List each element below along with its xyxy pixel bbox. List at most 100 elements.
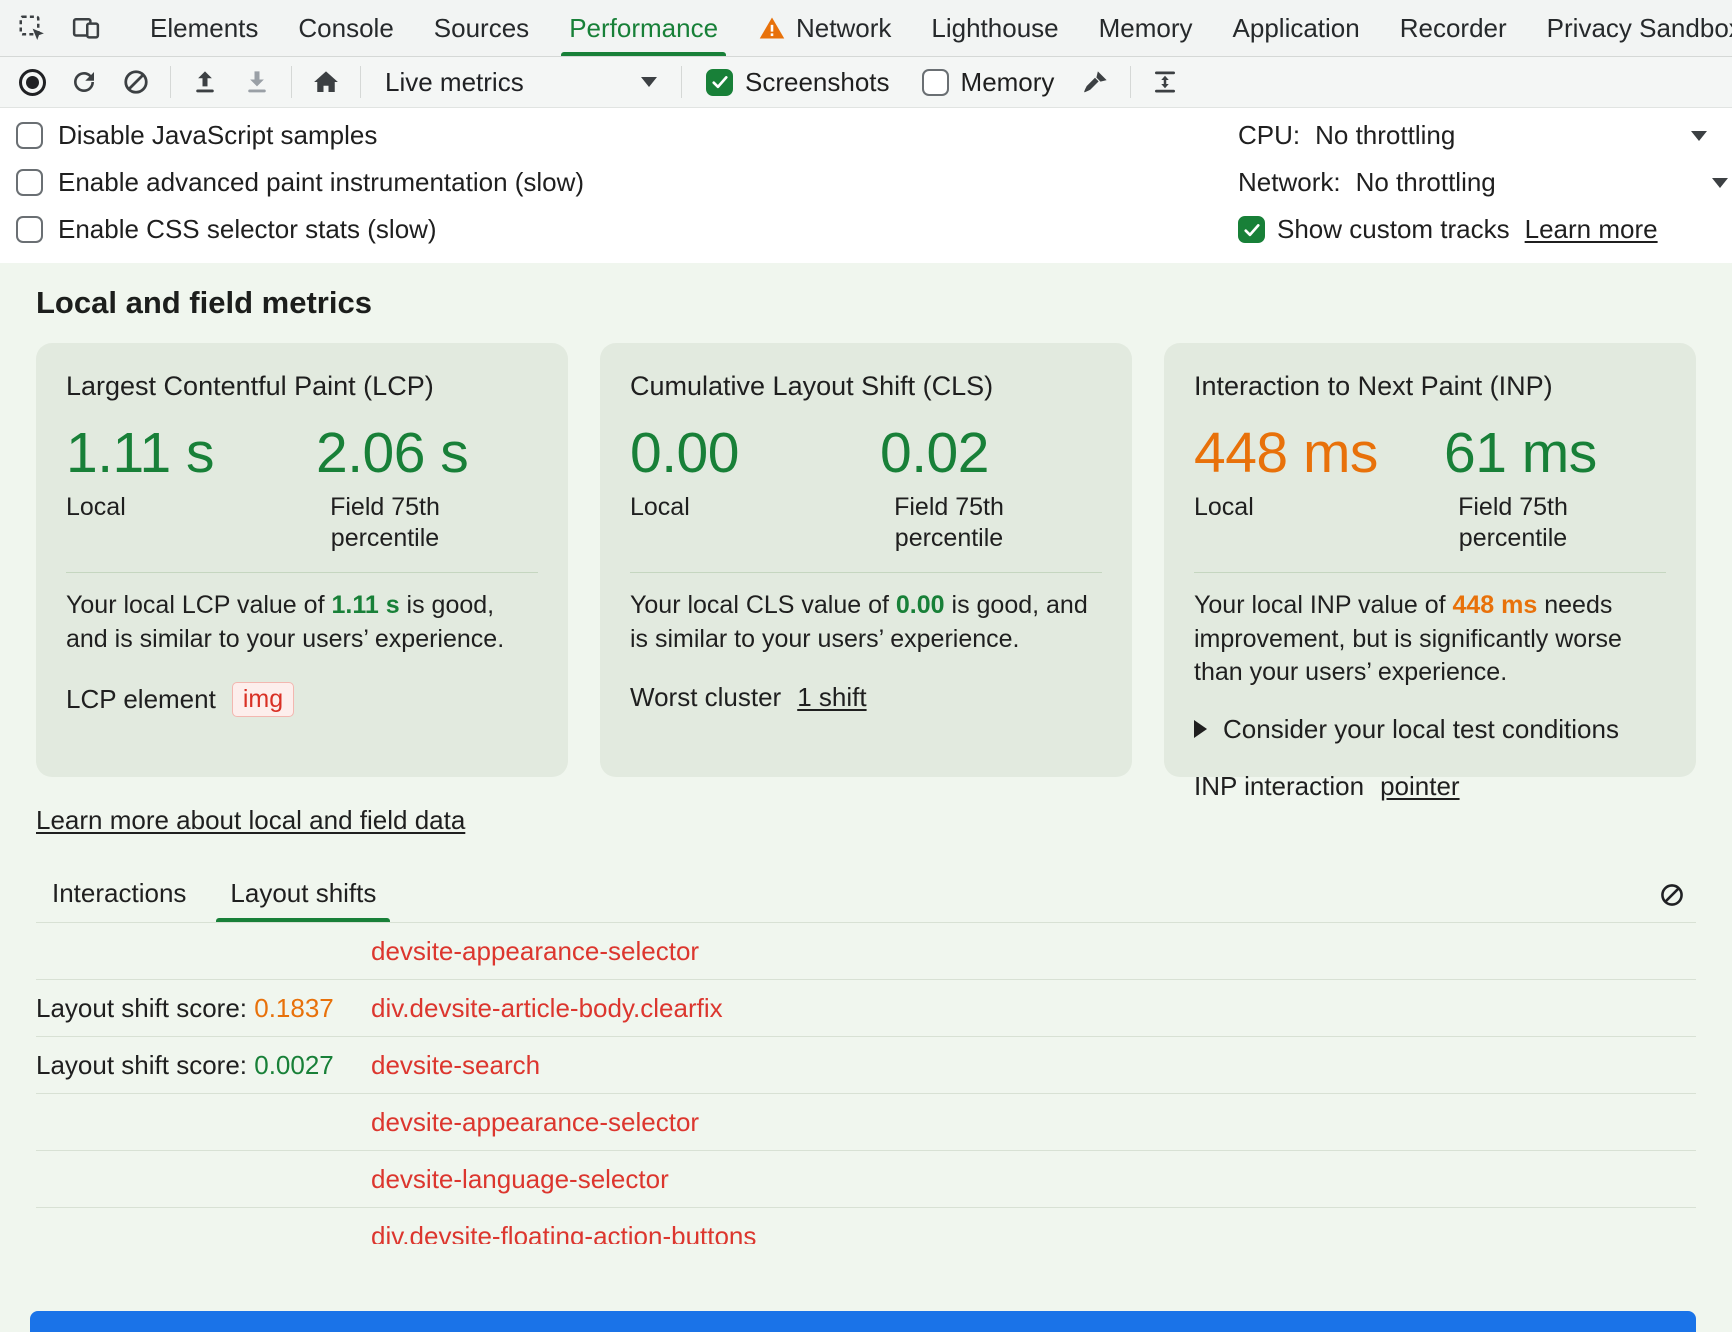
lcp-local-value: 1.11 s bbox=[66, 424, 316, 484]
tab-performance[interactable]: Performance bbox=[549, 0, 738, 56]
table-row[interactable]: Layout shift score: 0.0027 devsite-searc… bbox=[36, 1037, 1696, 1094]
divider bbox=[66, 572, 538, 573]
live-metrics-selected-value: Live metrics bbox=[385, 67, 524, 98]
table-row[interactable]: devsite-appearance-selector bbox=[36, 923, 1696, 980]
lcp-field-label: Field 75th percentile bbox=[316, 492, 454, 555]
clear-log-icon bbox=[1658, 881, 1686, 909]
checkbox-checked-icon bbox=[1238, 216, 1265, 243]
learn-more-link[interactable]: Learn more bbox=[1525, 214, 1658, 245]
disclosure-label: Consider your local test conditions bbox=[1223, 714, 1619, 745]
throttling-settings: CPU: No throttling Network: No throttlin… bbox=[1238, 112, 1728, 253]
tab-label: Recorder bbox=[1400, 13, 1507, 44]
load-profile-button[interactable] bbox=[181, 61, 229, 103]
worst-cluster-link[interactable]: 1 shift bbox=[797, 682, 866, 713]
tab-label: Performance bbox=[569, 13, 718, 44]
tab-recorder[interactable]: Recorder bbox=[1380, 0, 1527, 56]
desc-value: 1.11 s bbox=[331, 591, 399, 619]
desc-text: Your local INP value of bbox=[1194, 591, 1453, 619]
tab-console[interactable]: Console bbox=[278, 0, 413, 56]
show-custom-tracks-label: Show custom tracks bbox=[1277, 214, 1510, 245]
tab-label: Interactions bbox=[52, 878, 186, 908]
horizontal-scrollbar[interactable] bbox=[30, 1311, 1696, 1332]
cls-card-title: Cumulative Layout Shift (CLS) bbox=[630, 371, 1102, 402]
devtools-tabbar: Elements Console Sources Performance Net… bbox=[0, 0, 1732, 57]
clear-icon bbox=[121, 67, 151, 97]
divider bbox=[630, 572, 1102, 573]
chevron-down-icon bbox=[1712, 178, 1728, 188]
table-row[interactable]: devsite-language-selector bbox=[36, 1151, 1696, 1208]
tab-privacy-sandbox[interactable]: Privacy Sandbox bbox=[1527, 0, 1732, 56]
tab-label: Memory bbox=[1099, 13, 1193, 44]
tab-label: Privacy Sandbox bbox=[1547, 13, 1732, 44]
live-metrics-panel: Local and field metrics Largest Contentf… bbox=[0, 263, 1732, 1332]
tabbar-left-icons bbox=[0, 0, 118, 56]
save-profile-button[interactable] bbox=[233, 61, 281, 103]
inp-local-value: 448 ms bbox=[1194, 424, 1444, 484]
tab-lighthouse[interactable]: Lighthouse bbox=[911, 0, 1078, 56]
reload-and-record-button[interactable] bbox=[60, 61, 108, 103]
cpu-label: CPU: bbox=[1238, 120, 1300, 151]
shift-element-link[interactable]: devsite-appearance-selector bbox=[371, 1107, 1696, 1138]
network-label: Network: bbox=[1238, 167, 1341, 198]
shift-element-link[interactable]: devsite-appearance-selector bbox=[371, 936, 1696, 967]
shift-element-link[interactable]: devsite-language-selector bbox=[371, 1164, 1696, 1195]
inp-values: 448 ms Local 61 ms Field 75th percentile bbox=[1194, 424, 1666, 554]
checkbox-unchecked-icon bbox=[16, 216, 43, 243]
settings-pane-toggle-button[interactable] bbox=[1141, 61, 1189, 103]
cls-footer: Worst cluster 1 shift bbox=[630, 682, 1102, 713]
chevron-down-icon bbox=[1691, 131, 1707, 141]
network-throttling-select[interactable]: No throttling bbox=[1356, 167, 1728, 198]
table-row[interactable]: div.devsite-floating-action-buttons bbox=[36, 1208, 1696, 1244]
home-button[interactable] bbox=[302, 61, 350, 103]
separator bbox=[1130, 66, 1131, 98]
table-row[interactable]: Layout shift score: 0.1837 div.devsite-a… bbox=[36, 980, 1696, 1037]
checkbox-label: Enable advanced paint instrumentation (s… bbox=[58, 167, 584, 198]
clear-log-button[interactable] bbox=[1648, 872, 1696, 918]
tab-memory[interactable]: Memory bbox=[1079, 0, 1213, 56]
shift-score: Layout shift score: 0.1837 bbox=[36, 993, 371, 1024]
inp-interaction-link[interactable]: pointer bbox=[1380, 771, 1460, 802]
learn-more-local-field-link[interactable]: Learn more about local and field data bbox=[36, 805, 465, 836]
shift-element-link[interactable]: div.devsite-floating-action-buttons bbox=[371, 1221, 1696, 1245]
shift-score: Layout shift score: 0.0027 bbox=[36, 1050, 371, 1081]
screenshots-checkbox[interactable]: Screenshots bbox=[692, 67, 904, 98]
memory-checkbox[interactable]: Memory bbox=[908, 67, 1069, 98]
clear-button[interactable] bbox=[112, 61, 160, 103]
cls-field-label: Field 75th percentile bbox=[880, 492, 1018, 555]
panel-tabs: Elements Console Sources Performance Net… bbox=[130, 0, 1732, 56]
checkbox-label: Disable JavaScript samples bbox=[58, 120, 377, 151]
inp-card-title: Interaction to Next Paint (INP) bbox=[1194, 371, 1666, 402]
tab-interactions[interactable]: Interactions bbox=[52, 878, 186, 922]
desc-text: Your local CLS value of bbox=[630, 591, 896, 619]
tab-sources[interactable]: Sources bbox=[414, 0, 549, 56]
collect-garbage-button[interactable] bbox=[1072, 61, 1120, 103]
inp-interaction-label: INP interaction bbox=[1194, 771, 1364, 802]
tab-label: Elements bbox=[150, 13, 258, 44]
shift-element-link[interactable]: devsite-search bbox=[371, 1050, 1696, 1081]
shift-element-link[interactable]: div.devsite-article-body.clearfix bbox=[371, 993, 1696, 1024]
tab-network[interactable]: Network bbox=[738, 0, 911, 56]
show-custom-tracks-checkbox[interactable]: Show custom tracks bbox=[1238, 214, 1510, 245]
tab-label: Layout shifts bbox=[230, 878, 376, 908]
checkbox-unchecked-icon bbox=[16, 169, 43, 196]
capture-settings-pane: Disable JavaScript samples Enable advanc… bbox=[0, 108, 1732, 263]
tab-layout-shifts[interactable]: Layout shifts bbox=[230, 878, 376, 922]
tab-application[interactable]: Application bbox=[1213, 0, 1380, 56]
reload-icon bbox=[69, 67, 99, 97]
table-row[interactable]: devsite-appearance-selector bbox=[36, 1094, 1696, 1151]
lcp-description: Your local LCP value of 1.11 s is good, … bbox=[66, 589, 538, 656]
lcp-element-node-badge[interactable]: img bbox=[232, 682, 294, 717]
warning-icon bbox=[758, 14, 786, 42]
local-test-conditions-disclosure[interactable]: Consider your local test conditions bbox=[1194, 714, 1666, 745]
tab-elements[interactable]: Elements bbox=[130, 0, 278, 56]
record-button[interactable] bbox=[8, 61, 56, 103]
device-toolbar-icon[interactable] bbox=[62, 5, 110, 51]
checkbox-checked-icon bbox=[706, 69, 733, 96]
divider bbox=[1194, 572, 1666, 573]
cls-local-label: Local bbox=[630, 492, 880, 523]
live-metrics-select[interactable]: Live metrics bbox=[371, 67, 671, 98]
desc-value: 448 ms bbox=[1453, 591, 1538, 619]
inspect-icon[interactable] bbox=[8, 5, 56, 51]
separator bbox=[291, 66, 292, 98]
cpu-throttling-select[interactable]: No throttling bbox=[1315, 120, 1707, 151]
